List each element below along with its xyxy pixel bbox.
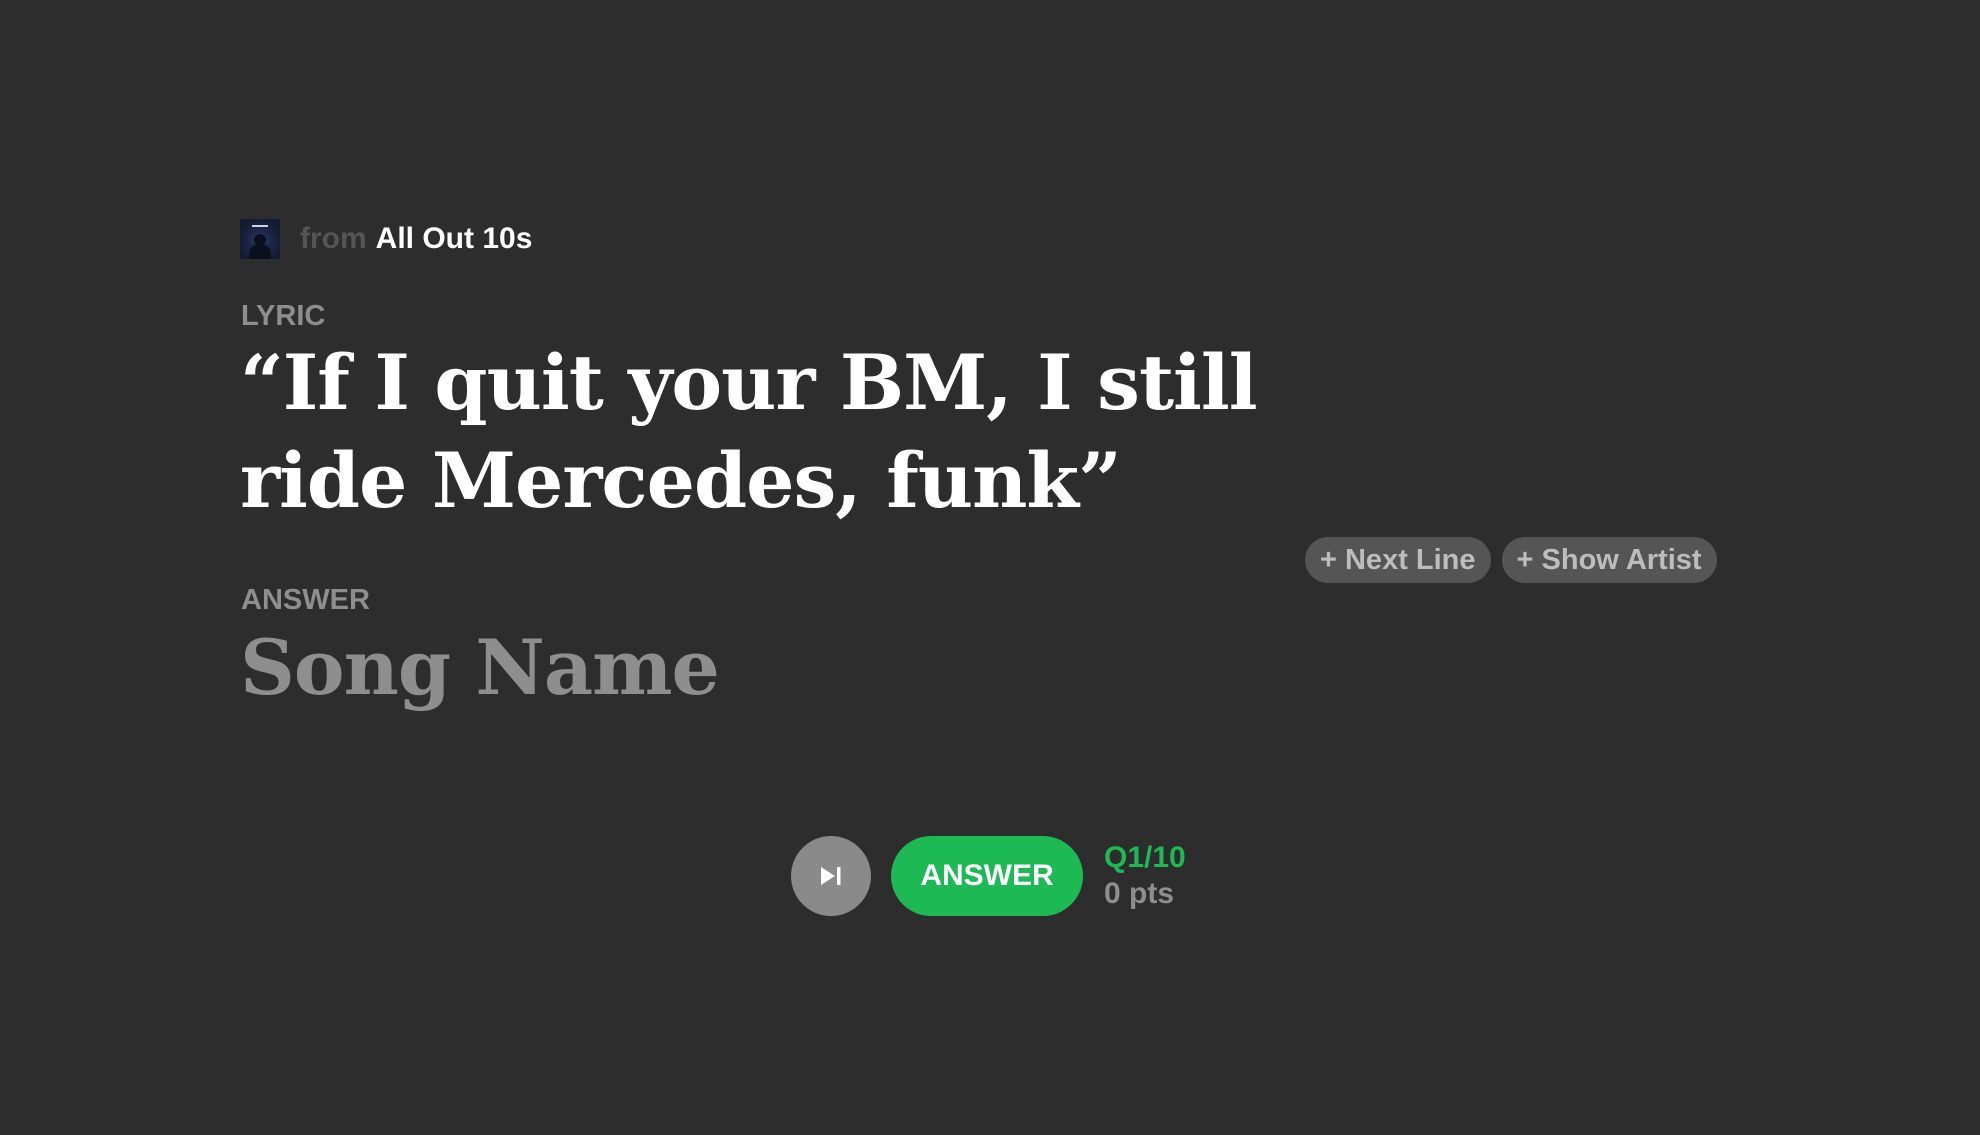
playlist-source: from All Out 10s: [240, 218, 532, 260]
song-name-input[interactable]: Song Name: [240, 618, 1140, 718]
lyric-label: LYRIC: [241, 300, 326, 332]
playlist-name: All Out 10s: [375, 222, 533, 255]
show-artist-button[interactable]: + Show Artist: [1501, 537, 1717, 583]
hint-buttons: + Next Line + Show Artist: [1305, 537, 1717, 583]
game-controls: ANSWER Q1/10 0 pts: [791, 836, 1186, 916]
score-panel: Q1/10 0 pts: [1104, 840, 1186, 912]
points-display: 0 pts: [1104, 877, 1175, 910]
album-cover-image: [240, 219, 280, 259]
from-label: from: [300, 222, 367, 255]
answer-button[interactable]: ANSWER: [891, 836, 1083, 916]
answer-label: ANSWER: [241, 584, 370, 616]
skip-button[interactable]: [791, 836, 871, 916]
skip-next-icon: [821, 867, 841, 885]
next-line-button[interactable]: + Next Line: [1305, 537, 1491, 583]
question-counter: Q1/10: [1104, 841, 1186, 874]
lyric-text: “If I quit your BM, I still ride Mercede…: [240, 338, 1258, 525]
game-screen: from All Out 10s LYRIC “If I quit your B…: [0, 0, 1980, 1135]
